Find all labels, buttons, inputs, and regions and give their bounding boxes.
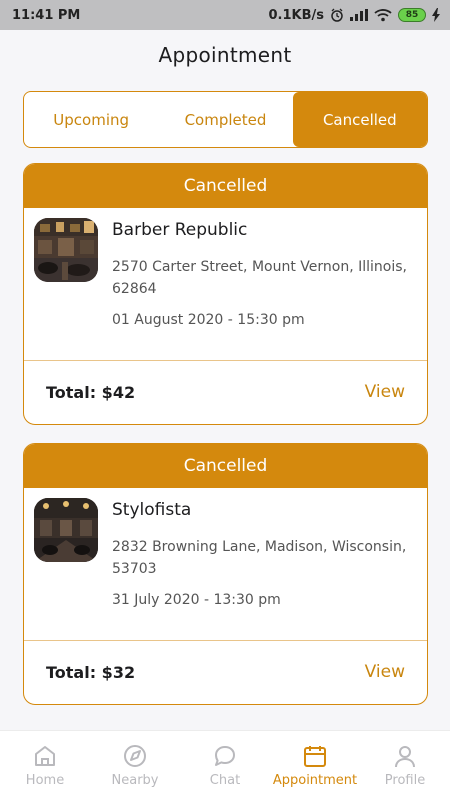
home-icon xyxy=(35,746,55,766)
status-icons: 0.1KB/s 85 xyxy=(268,7,440,23)
battery-icon: 85 xyxy=(398,8,426,22)
network-speed: 0.1KB/s xyxy=(268,7,325,23)
shop-image xyxy=(34,218,98,282)
bottom-nav: Home Nearby Chat Appointment Profile xyxy=(0,730,450,800)
chat-icon xyxy=(215,746,235,766)
compass-icon xyxy=(124,745,146,767)
appointment-card: Cancelled Barber Republic 2570 Carter St… xyxy=(23,163,428,425)
shop-address: 2570 Carter Street, Mount Vernon, Illino… xyxy=(112,259,407,297)
shop-name: Barber Republic xyxy=(112,220,248,240)
nav-label: Profile xyxy=(384,773,426,788)
nav-label: Home xyxy=(25,773,65,788)
appointment-card: Cancelled Stylofista 2832 Browning Lane,… xyxy=(23,443,428,705)
view-button[interactable]: View xyxy=(365,382,405,402)
appointment-datetime: 01 August 2020 - 15:30 pm xyxy=(112,312,305,328)
status-time: 11:41 PM xyxy=(12,7,81,23)
tab-completed[interactable]: Completed xyxy=(158,92,292,147)
view-button[interactable]: View xyxy=(365,662,405,682)
card-footer: Total: $42 View xyxy=(24,361,427,423)
card-status-header: Cancelled xyxy=(24,164,427,208)
card-footer: Total: $32 View xyxy=(24,641,427,703)
card-status-header: Cancelled xyxy=(24,444,427,488)
total-price: Total: $42 xyxy=(46,382,136,402)
signal-icon xyxy=(350,9,368,21)
battery-level: 85 xyxy=(405,10,419,20)
appointment-tabs: Upcoming Completed Cancelled xyxy=(23,91,428,148)
card-body: Barber Republic 2570 Carter Street, Moun… xyxy=(24,208,427,361)
calendar-icon xyxy=(304,746,326,767)
charging-icon xyxy=(432,8,440,22)
nav-chat[interactable]: Chat xyxy=(180,731,270,800)
card-body: Stylofista 2832 Browning Lane, Madison, … xyxy=(24,488,427,641)
shop-address: 2832 Browning Lane, Madison, Wisconsin, … xyxy=(112,539,407,577)
tab-upcoming[interactable]: Upcoming xyxy=(24,92,158,147)
nav-home[interactable]: Home xyxy=(0,731,90,800)
nav-label: Nearby xyxy=(111,773,159,788)
alarm-icon xyxy=(330,8,344,22)
shop-name: Stylofista xyxy=(112,500,192,520)
wifi-icon xyxy=(374,8,392,22)
nav-profile[interactable]: Profile xyxy=(360,731,450,800)
nav-label: Chat xyxy=(209,773,241,788)
tab-cancelled[interactable]: Cancelled xyxy=(292,92,427,147)
nav-label: Appointment xyxy=(272,773,358,788)
page-title: Appointment xyxy=(158,43,292,67)
status-bar: 11:41 PM 0.1KB/s 85 xyxy=(0,0,450,30)
nav-appointment[interactable]: Appointment xyxy=(270,731,360,800)
appointment-datetime: 31 July 2020 - 13:30 pm xyxy=(112,592,281,608)
shop-image xyxy=(34,498,98,562)
total-price: Total: $32 xyxy=(46,662,136,682)
nav-nearby[interactable]: Nearby xyxy=(90,731,180,800)
user-icon xyxy=(395,746,415,768)
